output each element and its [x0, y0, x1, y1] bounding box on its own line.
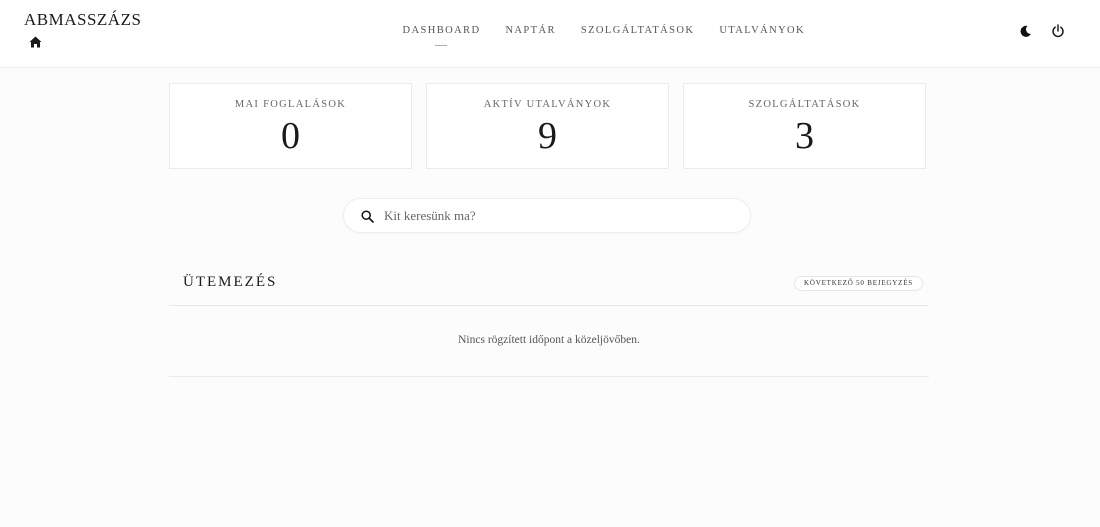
- main-nav: DASHBOARD NAPTÁR SZOLGÁLTATÁSOK UTALVÁNY…: [390, 25, 818, 46]
- nav-szolgaltatasok[interactable]: SZOLGÁLTATÁSOK: [568, 25, 706, 36]
- search-input[interactable]: [382, 205, 732, 227]
- nav-utalvanyok[interactable]: UTALVÁNYOK: [707, 25, 818, 36]
- stat-card-todays-bookings: MAI FOGLALÁSOK 0: [169, 83, 412, 169]
- home-icon[interactable]: [29, 36, 42, 48]
- brand-logo-text[interactable]: ABMASSZÁZS: [24, 10, 141, 30]
- top-navbar: ABMASSZÁZS DASHBOARD NAPTÁR SZOLGÁLTATÁS…: [0, 0, 1100, 68]
- power-icon[interactable]: [1051, 24, 1065, 38]
- moon-icon[interactable]: [1019, 25, 1032, 38]
- stat-label: SZOLGÁLTATÁSOK: [748, 99, 861, 110]
- schedule-divider-top: [169, 305, 929, 306]
- nav-naptar[interactable]: NAPTÁR: [493, 25, 568, 36]
- stat-card-active-vouchers: AKTÍV UTALVÁNYOK 9: [426, 83, 669, 169]
- stat-card-services: SZOLGÁLTATÁSOK 3: [683, 83, 926, 169]
- stat-label: AKTÍV UTALVÁNYOK: [483, 99, 612, 110]
- nav-dashboard-label: DASHBOARD: [402, 25, 481, 36]
- search-icon: [361, 210, 374, 223]
- stat-label: MAI FOGLALÁSOK: [234, 99, 347, 110]
- schedule-title: ÜTEMEZÉS: [183, 274, 278, 290]
- stat-value: 0: [281, 115, 300, 157]
- search-bar: [343, 198, 751, 233]
- active-indicator: [435, 45, 448, 46]
- schedule-empty-message: Nincs rögzített időpont a közeljövőben.: [458, 334, 640, 346]
- schedule-divider-bottom: [169, 376, 929, 377]
- nav-naptar-label: NAPTÁR: [505, 25, 556, 36]
- nav-szolgaltatasok-label: SZOLGÁLTATÁSOK: [580, 25, 695, 36]
- stat-value: 3: [795, 115, 814, 157]
- stat-value: 9: [538, 115, 557, 157]
- nav-dashboard[interactable]: DASHBOARD: [390, 25, 493, 46]
- nav-utalvanyok-label: UTALVÁNYOK: [719, 25, 806, 36]
- schedule-count-badge: KÖVETKEZŐ 50 BEJEGYZÉS: [794, 276, 923, 291]
